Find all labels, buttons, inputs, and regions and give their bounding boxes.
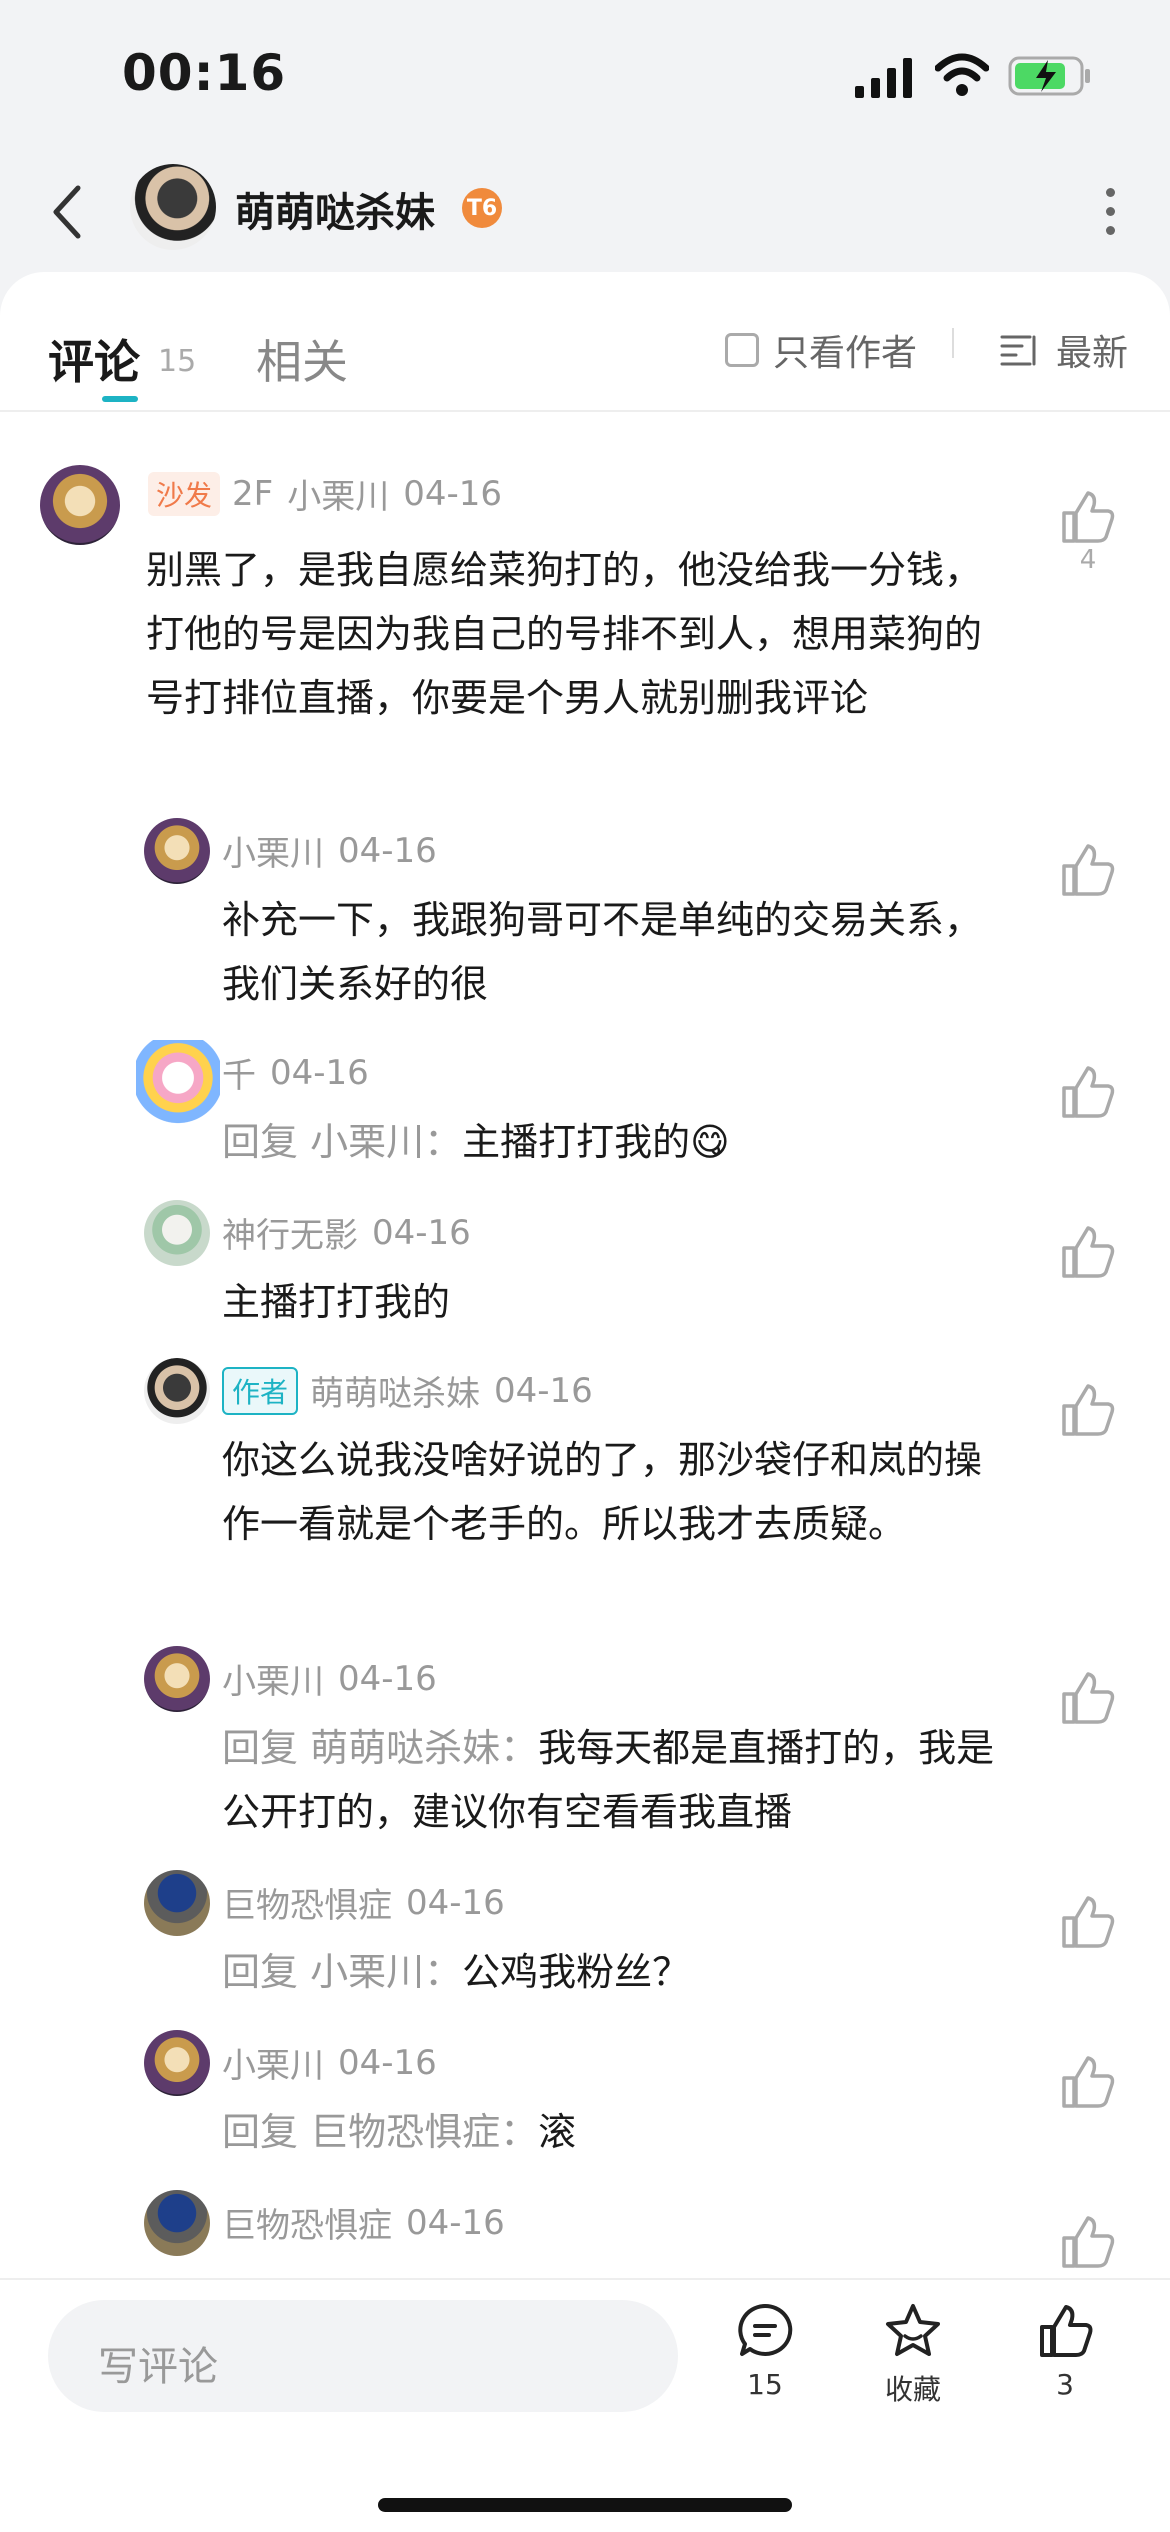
- like-count: 3: [1056, 2368, 1074, 2401]
- bottom-bar: 写评论 15 收藏 3: [0, 2278, 1170, 2532]
- commenter-name[interactable]: 巨物恐惧症: [222, 2198, 392, 2247]
- back-arrow-icon[interactable]: [48, 182, 88, 242]
- avatar[interactable]: [144, 2030, 210, 2096]
- comment-date: 04-16: [406, 1882, 505, 1923]
- avatar[interactable]: [136, 1040, 220, 1124]
- nav-bar: 萌萌哒杀妹 T6: [0, 150, 1170, 270]
- comment-bubble-icon: [738, 2303, 793, 2356]
- like-icon[interactable]: [1058, 842, 1116, 898]
- author-only-label: 只看作者: [773, 333, 918, 374]
- like-count: 4: [1079, 545, 1097, 575]
- star-icon: [886, 2304, 940, 2356]
- comment-meta: 小栗川 04-16: [222, 2038, 437, 2087]
- avatar[interactable]: [144, 1870, 210, 1936]
- tab-bar: 评论 15 相关 只看作者 最新: [0, 272, 1170, 412]
- like-icon[interactable]: [1058, 1382, 1116, 1438]
- like-icon[interactable]: [1058, 1224, 1116, 1280]
- author-only-toggle[interactable]: 只看作者: [725, 324, 917, 376]
- commenter-name[interactable]: 小栗川: [287, 469, 389, 518]
- author-avatar[interactable]: [130, 164, 216, 250]
- reply-prefix: 回复 萌萌哒杀妹：: [222, 1726, 539, 1770]
- comment-meta: 千 04-16: [222, 1048, 369, 1097]
- sort-button[interactable]: 最新: [1000, 324, 1128, 376]
- avatar[interactable]: [144, 2190, 210, 2256]
- sort-label: 最新: [1056, 333, 1129, 374]
- avatar[interactable]: [144, 1358, 210, 1424]
- checkbox-icon[interactable]: [725, 333, 759, 367]
- avatar[interactable]: [144, 818, 210, 884]
- comment-meta: 小栗川 04-16: [222, 826, 437, 875]
- comment-text[interactable]: 你这么说我没啥好说的了，那沙袋仔和岚的操作一看就是个老手的。所以我才去质疑。: [222, 1428, 1002, 1556]
- sort-icon: [1000, 335, 1036, 366]
- favorite-button[interactable]: 收藏: [868, 2302, 958, 2408]
- commenter-name[interactable]: 神行无影: [222, 1208, 358, 1257]
- tab-comments[interactable]: 评论: [48, 326, 140, 392]
- avatar[interactable]: [144, 1200, 210, 1266]
- comment-text[interactable]: 回复 萌萌哒杀妹：我每天都是直播打的，我是公开打的，建议你有空看看我直播: [222, 1716, 1002, 1844]
- tab-related[interactable]: 相关: [256, 326, 348, 392]
- comment-text[interactable]: 回复 小栗川：公鸡我粉丝？: [222, 1940, 1002, 2004]
- comment-text[interactable]: 回复 巨物恐惧症：滚: [222, 2100, 1002, 2164]
- thumbs-up-icon: [1040, 2305, 1093, 2357]
- reply-prefix: 回复 小栗川：: [222, 1950, 463, 1994]
- reply-prefix: 回复 小栗川：: [222, 1120, 463, 1164]
- comment-text[interactable]: 补充一下，我跟狗哥可不是单纯的交易关系，我们关系好的很: [222, 888, 1002, 1016]
- more-icon[interactable]: [1100, 182, 1120, 242]
- comment-date: 04-16: [338, 2042, 437, 2083]
- tab-indicator: [102, 396, 138, 402]
- comment-input[interactable]: 写评论: [48, 2300, 678, 2412]
- divider: [952, 328, 954, 358]
- reply-prefix: 回复 巨物恐惧症：: [222, 2110, 539, 2154]
- level-badge: T6: [462, 188, 502, 228]
- commenter-name[interactable]: 小栗川: [222, 1654, 324, 1703]
- like-icon[interactable]: [1058, 1894, 1116, 1950]
- like-icon[interactable]: [1058, 2214, 1116, 2270]
- avatar[interactable]: [144, 1646, 210, 1712]
- comment-meta: 作者 萌萌哒杀妹 04-16: [222, 1366, 593, 1415]
- sofa-badge: 沙发: [148, 471, 221, 516]
- commenter-name[interactable]: 千: [222, 1048, 256, 1097]
- comment-date: 04-16: [406, 2202, 505, 2243]
- tab-comments-count: 15: [158, 344, 197, 379]
- signal-icon: [855, 58, 912, 98]
- comment-date: 04-16: [338, 830, 437, 871]
- commenter-name[interactable]: 小栗川: [222, 826, 324, 875]
- comment-date: 04-16: [270, 1052, 369, 1093]
- comment-date: 04-16: [494, 1370, 593, 1411]
- wifi-icon: [935, 53, 989, 96]
- comment-meta: 巨物恐惧症 04-16: [222, 1878, 505, 1927]
- author-badge: 作者: [222, 1366, 299, 1415]
- favorite-label: 收藏: [884, 2373, 941, 2406]
- status-time: 00:16: [122, 44, 287, 102]
- comment-meta: 小栗川 04-16: [222, 1654, 437, 1703]
- like-icon[interactable]: [1058, 2054, 1116, 2110]
- commenter-name[interactable]: 萌萌哒杀妹: [310, 1366, 480, 1415]
- comment-text[interactable]: 别黑了，是我自愿给菜狗打的，他没给我一分钱，打他的号是因为我自己的号排不到人，想…: [146, 538, 1006, 730]
- like-icon[interactable]: [1058, 1670, 1116, 1726]
- like-icon[interactable]: [1058, 489, 1116, 545]
- comment-date: 04-16: [403, 473, 503, 514]
- author-name[interactable]: 萌萌哒杀妹: [235, 180, 435, 238]
- comments-button[interactable]: 15: [720, 2302, 810, 2401]
- floor-label: 2F: [232, 473, 274, 514]
- comments-count: 15: [747, 2368, 783, 2401]
- comment-date: 04-16: [338, 1658, 437, 1699]
- comment-date: 04-16: [372, 1212, 471, 1253]
- battery-icon: [1008, 56, 1090, 96]
- comment-text[interactable]: 主播打打我的: [222, 1270, 1002, 1334]
- like-button[interactable]: 3: [1020, 2302, 1110, 2401]
- avatar[interactable]: [40, 465, 120, 545]
- commenter-name[interactable]: 巨物恐惧症: [222, 1878, 392, 1927]
- comment-meta: 沙发 2F 小栗川 04-16: [148, 469, 502, 518]
- comment-meta: 神行无影 04-16: [222, 1208, 471, 1257]
- commenter-name[interactable]: 小栗川: [222, 2038, 324, 2087]
- like-icon[interactable]: [1058, 1064, 1116, 1120]
- status-bar: 00:16: [0, 0, 1170, 150]
- comment-text[interactable]: 回复 小栗川：主播打打我的😋: [222, 1110, 1022, 1174]
- home-indicator: [378, 2498, 792, 2512]
- comment-meta: 巨物恐惧症 04-16: [222, 2198, 505, 2247]
